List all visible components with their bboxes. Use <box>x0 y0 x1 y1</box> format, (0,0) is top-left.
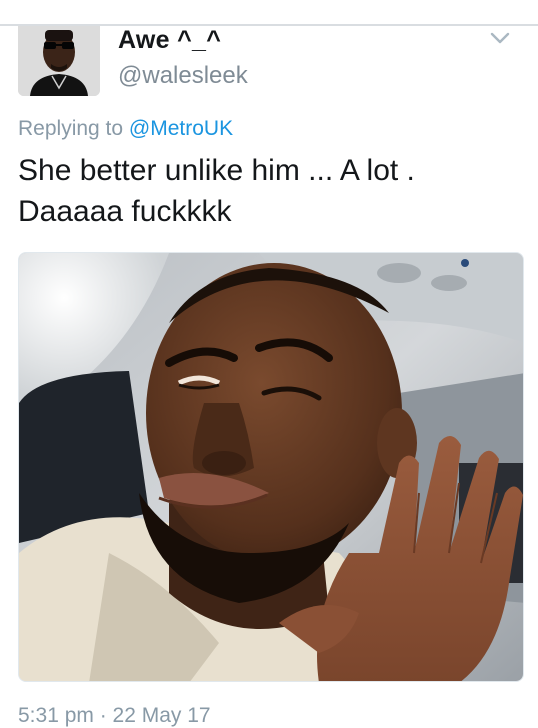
avatar-image <box>18 26 100 96</box>
chevron-down-icon[interactable] <box>486 28 514 48</box>
user-handle[interactable]: @walesleek <box>118 62 248 90</box>
top-divider <box>0 0 538 26</box>
reply-mention-link[interactable]: @MetroUK <box>129 117 233 140</box>
tweet-text: She better unlike him ... A lot . Daaaaa… <box>18 154 415 228</box>
replying-label: Replying to <box>18 117 129 140</box>
display-name[interactable]: Awe ^_^ <box>118 26 221 55</box>
tweet-timestamp: 5:31 pm · 22 May 17 <box>18 704 211 727</box>
avatar[interactable] <box>18 26 100 96</box>
tweet-photo[interactable] <box>18 252 524 682</box>
replying-to: Replying to @MetroUK <box>18 117 233 141</box>
